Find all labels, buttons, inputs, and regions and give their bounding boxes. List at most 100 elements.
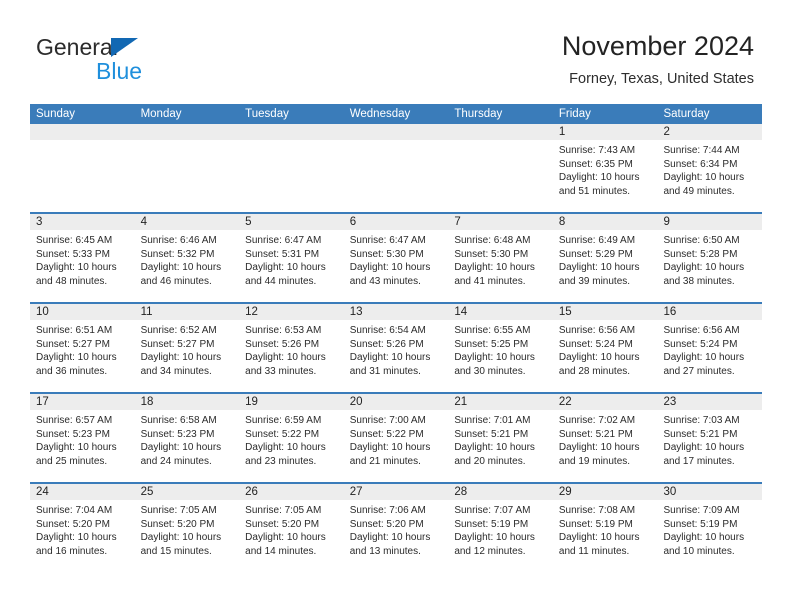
sunrise-text: Sunrise: 6:47 AM bbox=[349, 235, 426, 246]
day-number[interactable]: 22 bbox=[553, 394, 658, 410]
day-number[interactable]: 19 bbox=[239, 394, 344, 410]
sunrise-text: Sunrise: 7:09 AM bbox=[663, 505, 740, 516]
daylight-text-line2: and 33 minutes. bbox=[245, 365, 317, 377]
week-detail-band: Sunrise: 6:57 AM Sunset: 5:23 PM Dayligh… bbox=[30, 410, 762, 482]
day-number[interactable]: 24 bbox=[30, 484, 135, 500]
sunset-text: Sunset: 5:30 PM bbox=[349, 248, 424, 260]
general-blue-logo[interactable]: General Blue bbox=[36, 34, 216, 86]
day-number[interactable]: 21 bbox=[448, 394, 553, 410]
day-cell[interactable]: Sunrise: 7:06 AM Sunset: 5:20 PM Dayligh… bbox=[344, 500, 449, 572]
day-cell[interactable]: Sunrise: 6:47 AM Sunset: 5:31 PM Dayligh… bbox=[239, 230, 344, 302]
day-number[interactable]: 27 bbox=[344, 484, 449, 500]
day-number[interactable]: 9 bbox=[657, 214, 762, 230]
day-cell[interactable]: Sunrise: 6:48 AM Sunset: 5:30 PM Dayligh… bbox=[448, 230, 553, 302]
day-number[interactable]: 16 bbox=[657, 304, 762, 320]
day-cell[interactable]: Sunrise: 6:56 AM Sunset: 5:24 PM Dayligh… bbox=[657, 320, 762, 392]
sunrise-text: Sunrise: 6:56 AM bbox=[663, 325, 740, 336]
daylight-text-line1: Daylight: 10 hours bbox=[36, 442, 117, 454]
day-number[interactable]: 4 bbox=[135, 214, 240, 230]
day-number[interactable]: 2 bbox=[657, 124, 762, 140]
daylight-text-line2: and 10 minutes. bbox=[663, 545, 735, 557]
day-cell[interactable]: Sunrise: 6:46 AM Sunset: 5:32 PM Dayligh… bbox=[135, 230, 240, 302]
calendar-page: General Blue November 2024 Forney, Texas… bbox=[0, 0, 792, 612]
daylight-text-line1: Daylight: 10 hours bbox=[454, 442, 535, 454]
day-number[interactable]: 10 bbox=[30, 304, 135, 320]
day-cell[interactable]: Sunrise: 6:47 AM Sunset: 5:30 PM Dayligh… bbox=[344, 230, 449, 302]
day-cell[interactable]: Sunrise: 7:08 AM Sunset: 5:19 PM Dayligh… bbox=[553, 500, 658, 572]
day-number[interactable]: 26 bbox=[239, 484, 344, 500]
sunset-text: Sunset: 5:20 PM bbox=[245, 518, 320, 530]
day-number[interactable]: 25 bbox=[135, 484, 240, 500]
day-number[interactable]: 18 bbox=[135, 394, 240, 410]
day-cell[interactable] bbox=[344, 140, 449, 212]
daylight-text-line1: Daylight: 10 hours bbox=[558, 532, 640, 544]
sunset-text: Sunset: 5:20 PM bbox=[140, 518, 215, 530]
daylight-text-line1: Daylight: 10 hours bbox=[349, 532, 431, 544]
day-cell[interactable]: Sunrise: 6:50 AM Sunset: 5:28 PM Dayligh… bbox=[657, 230, 762, 302]
day-cell[interactable]: Sunrise: 7:44 AM Sunset: 6:34 PM Dayligh… bbox=[657, 140, 762, 212]
sunrise-text: Sunrise: 6:59 AM bbox=[245, 415, 322, 426]
day-cell[interactable]: Sunrise: 7:00 AM Sunset: 5:22 PM Dayligh… bbox=[344, 410, 449, 482]
day-number[interactable]: 11 bbox=[135, 304, 240, 320]
day-number[interactable]: 23 bbox=[657, 394, 762, 410]
day-cell[interactable]: Sunrise: 6:51 AM Sunset: 5:27 PM Dayligh… bbox=[30, 320, 135, 392]
day-cell[interactable]: Sunrise: 6:57 AM Sunset: 5:23 PM Dayligh… bbox=[30, 410, 135, 482]
day-cell[interactable]: Sunrise: 6:54 AM Sunset: 5:26 PM Dayligh… bbox=[344, 320, 449, 392]
sunset-text: Sunset: 5:19 PM bbox=[558, 518, 633, 530]
day-number[interactable]: 30 bbox=[657, 484, 762, 500]
day-cell[interactable]: Sunrise: 7:01 AM Sunset: 5:21 PM Dayligh… bbox=[448, 410, 553, 482]
day-number[interactable] bbox=[135, 124, 240, 140]
day-cell[interactable] bbox=[448, 140, 553, 212]
day-cell[interactable]: Sunrise: 6:49 AM Sunset: 5:29 PM Dayligh… bbox=[553, 230, 658, 302]
day-number[interactable]: 29 bbox=[553, 484, 658, 500]
day-number[interactable]: 12 bbox=[239, 304, 344, 320]
day-number[interactable]: 3 bbox=[30, 214, 135, 230]
weekday-header-sunday: Sunday bbox=[36, 108, 76, 120]
day-cell[interactable]: Sunrise: 7:02 AM Sunset: 5:21 PM Dayligh… bbox=[553, 410, 658, 482]
daylight-text-line1: Daylight: 10 hours bbox=[36, 532, 117, 544]
day-cell[interactable]: Sunrise: 7:03 AM Sunset: 5:21 PM Dayligh… bbox=[657, 410, 762, 482]
day-number[interactable]: 1 bbox=[553, 124, 658, 140]
day-number[interactable]: 8 bbox=[553, 214, 658, 230]
week-daynum-band: 17 18 19 20 21 22 23 bbox=[30, 394, 762, 410]
day-cell[interactable]: Sunrise: 7:05 AM Sunset: 5:20 PM Dayligh… bbox=[239, 500, 344, 572]
day-number[interactable]: 7 bbox=[448, 214, 553, 230]
day-number[interactable]: 20 bbox=[344, 394, 449, 410]
daylight-text-line1: Daylight: 10 hours bbox=[140, 532, 222, 544]
daylight-text-line1: Daylight: 10 hours bbox=[663, 442, 745, 454]
day-number[interactable]: 5 bbox=[239, 214, 344, 230]
day-cell[interactable] bbox=[30, 140, 135, 212]
day-cell[interactable]: Sunrise: 7:07 AM Sunset: 5:19 PM Dayligh… bbox=[448, 500, 553, 572]
day-cell[interactable] bbox=[239, 140, 344, 212]
daylight-text-line1: Daylight: 10 hours bbox=[36, 352, 117, 364]
sunset-text: Sunset: 5:28 PM bbox=[663, 248, 738, 260]
daylight-text-line2: and 25 minutes. bbox=[36, 455, 108, 467]
day-cell[interactable]: Sunrise: 6:52 AM Sunset: 5:27 PM Dayligh… bbox=[135, 320, 240, 392]
day-cell[interactable]: Sunrise: 7:05 AM Sunset: 5:20 PM Dayligh… bbox=[135, 500, 240, 572]
sunset-text: Sunset: 5:23 PM bbox=[140, 428, 215, 440]
day-number[interactable]: 14 bbox=[448, 304, 553, 320]
day-cell[interactable]: Sunrise: 6:45 AM Sunset: 5:33 PM Dayligh… bbox=[30, 230, 135, 302]
day-cell[interactable]: Sunrise: 6:56 AM Sunset: 5:24 PM Dayligh… bbox=[553, 320, 658, 392]
sunset-text: Sunset: 5:19 PM bbox=[663, 518, 738, 530]
day-number[interactable] bbox=[239, 124, 344, 140]
day-cell[interactable] bbox=[135, 140, 240, 212]
day-cell[interactable]: Sunrise: 6:53 AM Sunset: 5:26 PM Dayligh… bbox=[239, 320, 344, 392]
day-number[interactable]: 6 bbox=[344, 214, 449, 230]
day-number[interactable]: 15 bbox=[553, 304, 658, 320]
sunrise-text: Sunrise: 7:43 AM bbox=[558, 145, 636, 156]
day-number[interactable]: 13 bbox=[344, 304, 449, 320]
day-number[interactable] bbox=[30, 124, 135, 140]
day-number[interactable] bbox=[448, 124, 553, 140]
day-cell[interactable]: Sunrise: 6:58 AM Sunset: 5:23 PM Dayligh… bbox=[135, 410, 240, 482]
day-cell[interactable]: Sunrise: 6:59 AM Sunset: 5:22 PM Dayligh… bbox=[239, 410, 344, 482]
day-number[interactable]: 17 bbox=[30, 394, 135, 410]
sunset-text: Sunset: 5:26 PM bbox=[349, 338, 424, 350]
day-cell[interactable]: Sunrise: 7:09 AM Sunset: 5:19 PM Dayligh… bbox=[657, 500, 762, 572]
day-cell[interactable]: Sunrise: 6:55 AM Sunset: 5:25 PM Dayligh… bbox=[448, 320, 553, 392]
day-cell[interactable]: Sunrise: 7:43 AM Sunset: 6:35 PM Dayligh… bbox=[553, 140, 658, 212]
day-number[interactable] bbox=[344, 124, 449, 140]
day-cell[interactable]: Sunrise: 7:04 AM Sunset: 5:20 PM Dayligh… bbox=[30, 500, 135, 572]
daylight-text-line2: and 23 minutes. bbox=[245, 455, 317, 467]
day-number[interactable]: 28 bbox=[448, 484, 553, 500]
